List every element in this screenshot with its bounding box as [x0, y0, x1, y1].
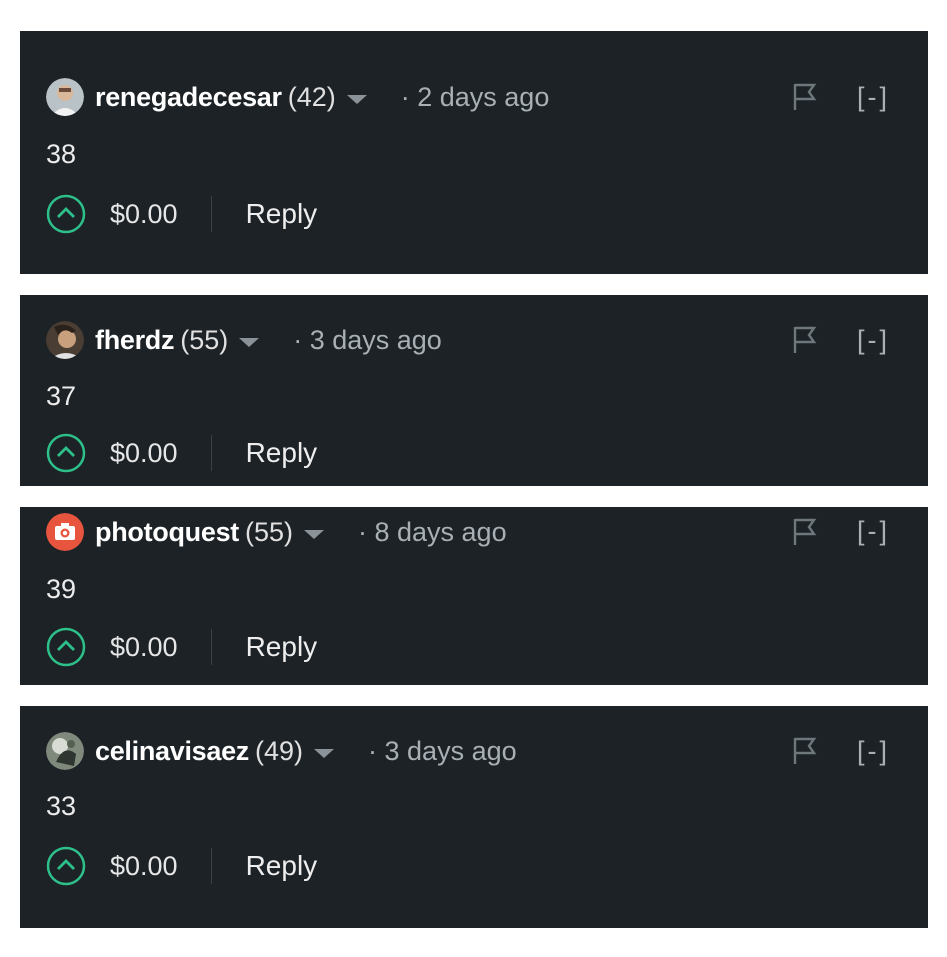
reputation-score: (55) — [180, 324, 229, 355]
upvote-icon[interactable] — [46, 194, 86, 234]
avatar[interactable] — [46, 78, 84, 116]
flag-icon[interactable] — [792, 517, 818, 547]
timestamp[interactable]: · 3 days ago — [368, 736, 517, 767]
comment-footer: $0.00 Reply — [46, 431, 317, 475]
reply-button[interactable]: Reply — [246, 631, 318, 663]
upvote-icon[interactable] — [46, 433, 86, 473]
comment-footer: $0.00 Reply — [46, 844, 317, 888]
reply-button[interactable]: Reply — [246, 437, 318, 469]
timestamp[interactable]: · 8 days ago — [358, 517, 507, 548]
reply-button[interactable]: Reply — [246, 850, 318, 882]
comment-header: photoquest (55) · 8 days ago — [46, 511, 507, 553]
author-name[interactable]: fherdz — [95, 325, 175, 356]
comment-header: celinavisaez (49) · 3 days ago — [46, 730, 517, 772]
comment-body: 38 — [46, 139, 77, 169]
reputation-score: (49) — [255, 735, 304, 766]
comment-card: photoquest (55) · 8 days ago [-] 39 $0.0… — [20, 507, 928, 685]
collapse-button[interactable]: [-] — [857, 325, 890, 356]
chevron-down-icon[interactable] — [239, 337, 260, 347]
author-name[interactable]: celinavisaez — [95, 736, 249, 767]
comment-header: renegadecesar (42) · 2 days ago — [46, 76, 549, 118]
avatar[interactable] — [46, 732, 84, 770]
payout-value[interactable]: $0.00 — [110, 438, 178, 469]
timestamp[interactable]: · 3 days ago — [293, 325, 442, 356]
comment-card: fherdz (55) · 3 days ago [-] 37 $0.00 Re… — [20, 295, 928, 486]
divider — [210, 196, 212, 232]
comment-card: renegadecesar (42) · 2 days ago [-] 38 $… — [20, 31, 928, 274]
comment-body: 37 — [46, 381, 77, 411]
avatar[interactable] — [46, 321, 84, 359]
flag-icon[interactable] — [792, 736, 818, 766]
reputation-score: (42) — [287, 81, 336, 112]
collapse-button[interactable]: [-] — [857, 82, 890, 113]
timestamp[interactable]: · 2 days ago — [401, 82, 550, 113]
comment-footer: $0.00 Reply — [46, 625, 317, 669]
comment-card: celinavisaez (49) · 3 days ago [-] 33 $0… — [20, 706, 928, 928]
chevron-down-icon[interactable] — [346, 94, 367, 104]
avatar[interactable] — [46, 513, 84, 551]
collapse-button[interactable]: [-] — [857, 736, 890, 767]
payout-value[interactable]: $0.00 — [110, 199, 178, 230]
flag-icon[interactable] — [792, 325, 818, 355]
comment-footer: $0.00 Reply — [46, 192, 317, 236]
payout-value[interactable]: $0.00 — [110, 851, 178, 882]
payout-value[interactable]: $0.00 — [110, 632, 178, 663]
author-name[interactable]: photoquest — [95, 517, 239, 548]
author-name[interactable]: renegadecesar — [95, 82, 282, 113]
divider — [210, 435, 212, 471]
comment-body: 33 — [46, 791, 77, 821]
comment-header: fherdz (55) · 3 days ago — [46, 319, 442, 361]
reputation-score: (55) — [244, 516, 293, 547]
collapse-button[interactable]: [-] — [857, 516, 890, 547]
upvote-icon[interactable] — [46, 627, 86, 667]
divider — [210, 629, 212, 665]
upvote-icon[interactable] — [46, 846, 86, 886]
chevron-down-icon[interactable] — [314, 748, 335, 758]
divider — [210, 848, 212, 884]
chevron-down-icon[interactable] — [304, 529, 324, 539]
flag-icon[interactable] — [792, 82, 818, 112]
comment-body: 39 — [46, 574, 77, 604]
camera-icon — [46, 513, 84, 551]
reply-button[interactable]: Reply — [246, 198, 318, 230]
